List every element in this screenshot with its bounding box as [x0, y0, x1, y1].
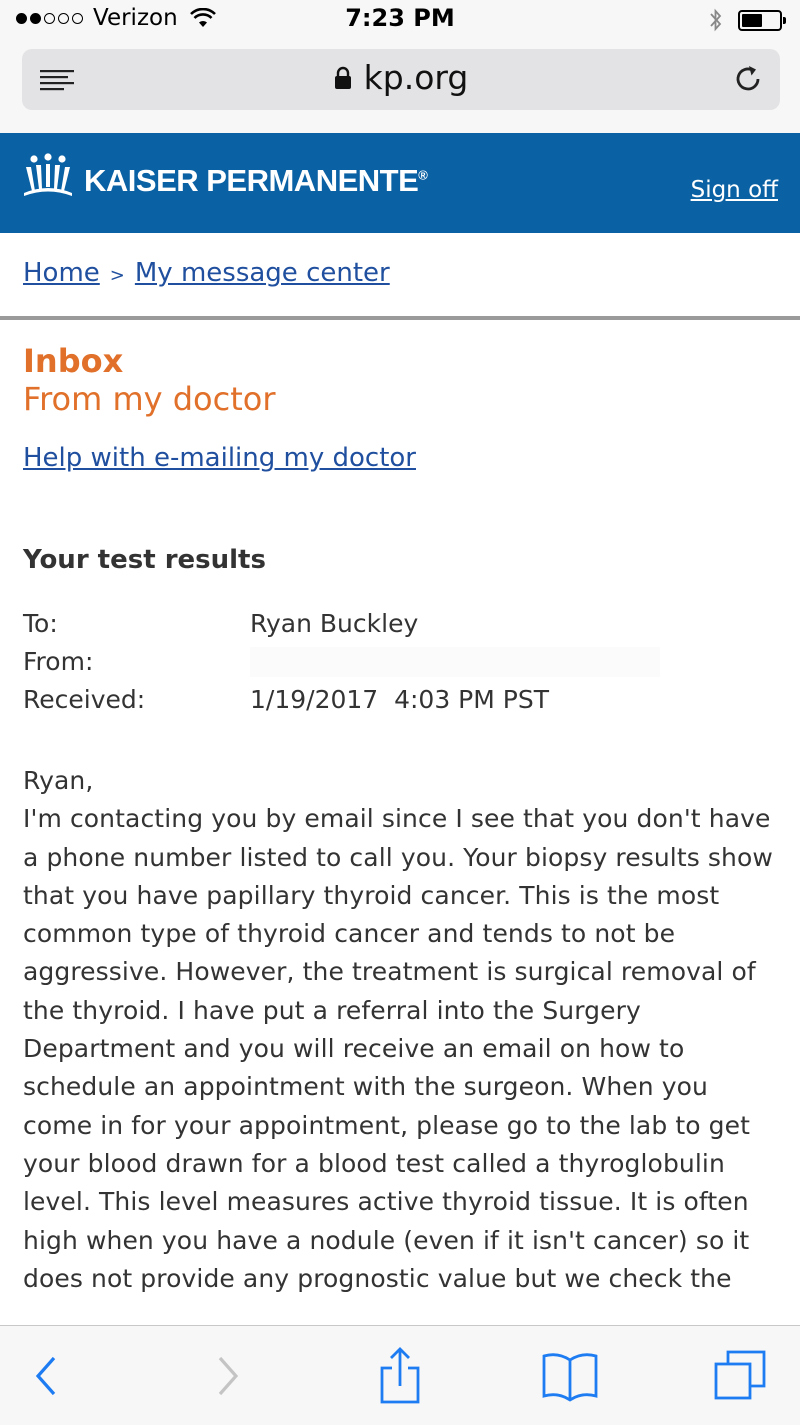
received-label: Received:	[23, 685, 146, 714]
message-greeting: Ryan,	[23, 766, 94, 795]
brand-name: KAISER PERMANENTE®	[84, 163, 428, 199]
site-header: KAISER PERMANENTE® Sign off	[0, 133, 800, 233]
reload-icon[interactable]	[732, 63, 764, 95]
received-value: 1/19/2017 4:03 PM PST	[250, 685, 549, 714]
brand-text: KAISER PERMANENTE	[84, 163, 419, 198]
breadcrumb-home-link[interactable]: Home	[23, 258, 100, 288]
forward-icon[interactable]	[196, 1346, 256, 1406]
url-text[interactable]: kp.org	[364, 58, 469, 97]
meta-row-to: To: Ryan Buckley	[23, 605, 660, 643]
breadcrumb-message-center-link[interactable]: My message center	[135, 258, 390, 288]
tabs-icon[interactable]	[710, 1346, 770, 1406]
battery-level	[742, 13, 762, 27]
kaiser-permanente-logo-icon	[24, 153, 72, 196]
registered-mark: ®	[418, 167, 428, 183]
message-text: I'm contacting you by email since I see …	[23, 804, 773, 1293]
status-right	[708, 7, 786, 33]
share-icon[interactable]	[370, 1346, 430, 1406]
sign-off-link[interactable]: Sign off	[691, 177, 778, 203]
inbox-title: Inbox	[23, 342, 124, 380]
meta-row-from: From:	[23, 643, 660, 681]
bookmarks-icon[interactable]	[540, 1346, 600, 1406]
to-value: Ryan Buckley	[250, 609, 419, 638]
status-bar: Verizon 7:23 PM	[0, 0, 800, 38]
message-body: Ryan, I'm contacting you by email since …	[23, 762, 783, 1326]
help-emailing-doctor-link[interactable]: Help with e-mailing my doctor	[23, 443, 416, 473]
breadcrumb-separator: >	[109, 265, 125, 286]
message-subject: Your test results	[23, 545, 266, 575]
address-bar[interactable]: kp.org	[22, 49, 780, 110]
status-time: 7:23 PM	[345, 4, 455, 32]
from-value-redacted	[250, 647, 660, 677]
bluetooth-icon	[710, 8, 722, 32]
lock-icon	[334, 66, 351, 89]
from-label: From:	[23, 647, 94, 676]
browser-toolbar	[0, 1325, 800, 1425]
meta-row-received: Received: 1/19/2017 4:03 PM PST	[23, 681, 660, 719]
browser-chrome: kp.org	[0, 38, 800, 133]
url-display[interactable]: kp.org	[22, 58, 780, 97]
section-divider	[0, 316, 800, 320]
breadcrumb: Home > My message center	[23, 258, 390, 288]
inbox-subtitle: From my doctor	[23, 380, 276, 418]
back-icon[interactable]	[18, 1346, 78, 1406]
message-meta: To: Ryan Buckley From: Received: 1/19/20…	[23, 605, 660, 719]
battery-icon	[738, 9, 786, 31]
to-label: To:	[23, 609, 58, 638]
